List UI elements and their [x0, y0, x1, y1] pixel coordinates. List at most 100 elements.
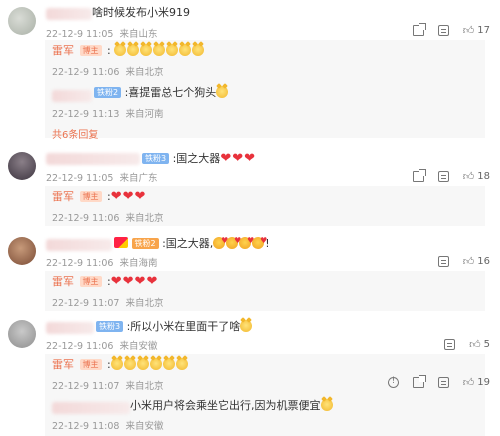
comment-actions: 👍︎ 18: [412, 169, 490, 183]
reply-meta: 22-12-9 11:06 来自北京: [52, 213, 164, 224]
share-button[interactable]: [412, 375, 426, 388]
reply-username[interactable]: [52, 402, 130, 414]
heart-emoji: ❤: [146, 274, 158, 289]
like-count: 18: [477, 171, 490, 182]
avatar[interactable]: [8, 237, 36, 265]
reply-author[interactable]: 雷军: [52, 358, 74, 371]
heart-emoji: ❤: [110, 189, 122, 204]
china-flag-emoji: [114, 237, 128, 248]
like-button[interactable]: 👍︎ 17: [463, 24, 490, 37]
reply-item: 雷军 博主 :: [52, 44, 205, 58]
comment-icon: [437, 171, 449, 182]
fan-badge: 铁粉2: [131, 238, 159, 249]
report-button[interactable]: [387, 376, 399, 388]
doge-emoji: [149, 358, 162, 370]
comment-icon: [437, 256, 449, 267]
like-count: 16: [477, 256, 490, 267]
reply-author[interactable]: 雷军: [52, 190, 74, 203]
like-button[interactable]: 👍︎ 16: [463, 255, 490, 268]
reply-author[interactable]: 雷军: [52, 44, 74, 57]
comment-icon: [437, 377, 449, 388]
comment-button[interactable]: [437, 256, 449, 267]
heart-emoji: ❤: [220, 151, 232, 166]
reply-meta: 22-12-9 11:13 来自河南: [52, 109, 164, 120]
more-replies-link[interactable]: 共6条回复: [52, 126, 98, 141]
share-icon: [412, 375, 426, 388]
doge-emoji: [136, 358, 149, 370]
share-button[interactable]: [412, 169, 426, 182]
like-icon: 👍︎: [462, 170, 475, 183]
like-button[interactable]: 👍︎ 18: [463, 170, 490, 183]
like-button[interactable]: 👍︎ 19: [463, 376, 490, 389]
kiss-emoji: [239, 234, 254, 249]
reply-author[interactable]: 雷军: [52, 275, 74, 288]
location: 来自山东: [119, 29, 158, 40]
report-icon: [387, 376, 399, 388]
doge-emoji: [320, 399, 333, 411]
reply-item: 雷军 博主 :❤❤❤❤: [52, 275, 158, 289]
doge-emoji: [240, 320, 253, 332]
share-button[interactable]: [412, 23, 426, 36]
like-button[interactable]: 👍︎ 5: [469, 338, 490, 351]
reply-meta: 22-12-9 11:08 来自安徽: [52, 421, 164, 432]
comment-text: :国之大器,: [162, 237, 214, 250]
avatar[interactable]: [8, 320, 36, 348]
doge-emoji: [114, 44, 127, 56]
reply-username[interactable]: [52, 90, 92, 102]
reply-meta: 22-12-9 11:06 来自北京: [52, 67, 164, 78]
reply-meta: 22-12-9 11:07 来自北京: [52, 298, 164, 309]
comment-button[interactable]: [444, 339, 456, 350]
reply-actions: 👍︎19: [387, 375, 490, 389]
comment-meta: 22-12-9 11:05 来自广东: [46, 173, 158, 184]
like-icon: 👍︎: [462, 255, 475, 268]
comment-text: :国之大器: [172, 152, 221, 165]
comment-button[interactable]: [437, 171, 449, 182]
fan-badge: 铁粉3: [96, 321, 124, 332]
doge-emoji: [153, 44, 166, 56]
doge-emoji: [216, 86, 229, 98]
fan-badge: 铁粉2: [94, 87, 122, 98]
comment-meta: 22-12-9 11:06 来自海南: [46, 258, 158, 269]
username[interactable]: [46, 8, 92, 20]
timestamp: 22-12-9 11:05: [46, 29, 114, 40]
heart-emoji: ❤: [232, 151, 244, 166]
reply-text: 小米用户将会乘坐它出行,因为机票便宜: [130, 399, 321, 412]
comment-meta: 22-12-9 11:05 来自山东: [46, 26, 158, 40]
author-badge: 博主: [79, 359, 102, 370]
comment-meta: 22-12-9 11:06 来自安徽: [46, 341, 158, 352]
doge-emoji: [166, 44, 179, 56]
author-badge: 博主: [79, 276, 102, 287]
comment-icon: [437, 25, 449, 36]
avatar[interactable]: [8, 152, 36, 180]
reply-item: 铁粉2 :喜提雷总七个狗头: [94, 86, 229, 100]
username[interactable]: [46, 322, 94, 334]
reply-text: :: [107, 44, 111, 57]
doge-emoji: [179, 44, 192, 56]
comment-text: :所以小米在里面干了啥: [126, 320, 241, 333]
like-count: 5: [483, 339, 490, 350]
doge-emoji: [140, 44, 153, 56]
heart-emoji: ❤: [134, 189, 146, 204]
comment-icon: [444, 339, 456, 350]
like-icon: 👍︎: [469, 338, 481, 351]
kiss-emoji: [226, 234, 241, 249]
reply-text: :喜提雷总七个狗头: [124, 86, 217, 99]
doge-emoji: [123, 358, 136, 370]
like-icon: 👍︎: [462, 24, 475, 37]
comment-button[interactable]: [437, 377, 449, 388]
share-icon: [412, 169, 426, 182]
avatar[interactable]: [8, 7, 36, 35]
heart-emoji: ❤: [122, 189, 134, 204]
author-badge: 博主: [79, 45, 102, 56]
author-badge: 博主: [79, 191, 102, 202]
username[interactable]: [46, 153, 140, 165]
kiss-emoji: [213, 234, 228, 249]
comment-actions: 👍︎ 5: [444, 338, 490, 351]
username[interactable]: [46, 239, 112, 251]
comment-button[interactable]: [437, 25, 449, 36]
like-count: 17: [477, 25, 490, 36]
doge-emoji: [175, 358, 188, 370]
like-count: 19: [477, 377, 490, 388]
heart-emoji: ❤: [134, 274, 146, 289]
doge-emoji: [162, 358, 175, 370]
